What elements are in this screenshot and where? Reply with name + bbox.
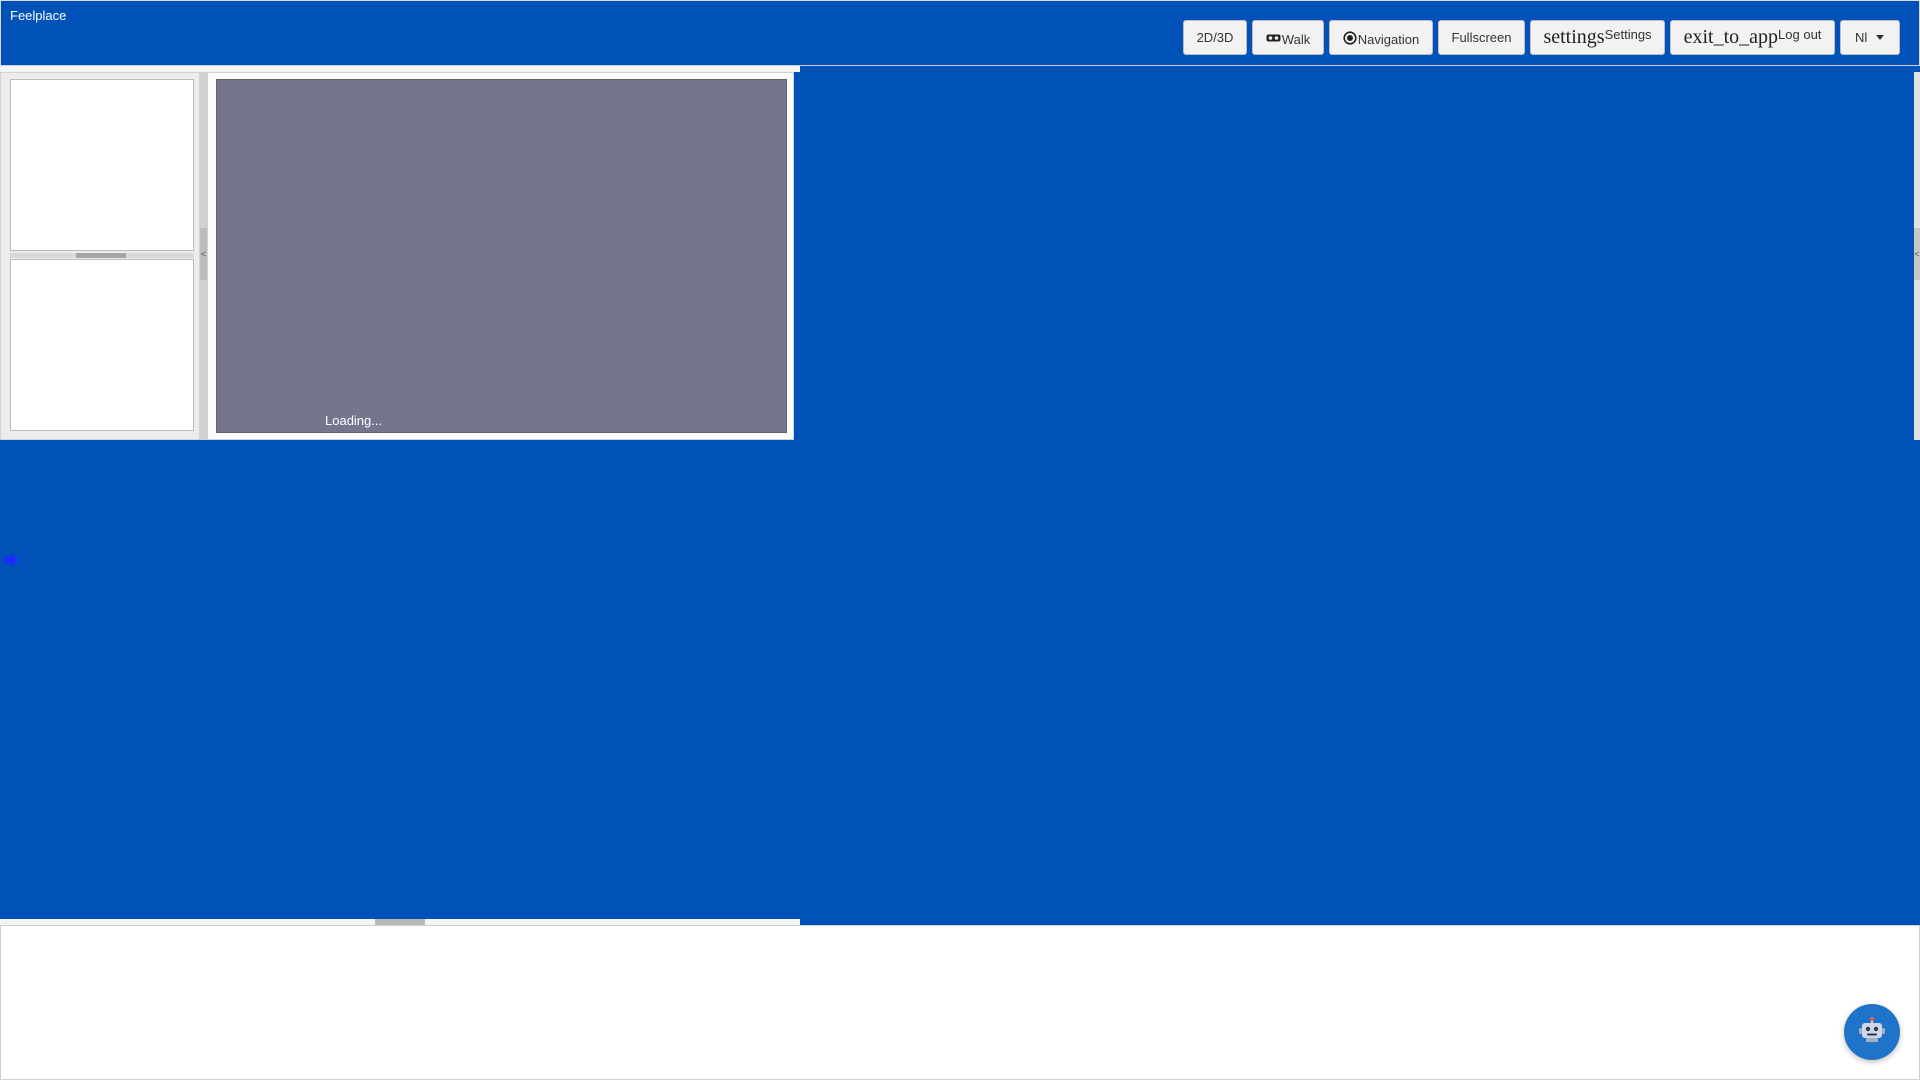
splitter-grip[interactable]	[76, 253, 126, 258]
logout-label: Log out	[1778, 27, 1822, 42]
fullscreen-label: Fullscreen	[1451, 30, 1512, 45]
robot-icon	[1858, 1016, 1886, 1049]
settings-button[interactable]: settings Settings	[1530, 20, 1665, 55]
navigation-button[interactable]: Navigation	[1329, 20, 1433, 55]
toolbar: 2D/3D Walk Navigation Fullscreen setting…	[1183, 20, 1900, 55]
top-mini-pane[interactable]	[10, 79, 194, 251]
viewer-container: Loading...	[207, 72, 794, 440]
app-title: Feelplace	[10, 8, 67, 23]
viewer-canvas[interactable]: Loading...	[216, 79, 787, 433]
language-dropdown[interactable]: Nl	[1840, 20, 1900, 55]
settings-label: Settings	[1604, 27, 1652, 42]
navigation-label: Navigation	[1357, 32, 1420, 47]
language-selected: Nl	[1855, 30, 1868, 45]
toggle-2d3d-button[interactable]: 2D/3D	[1183, 20, 1247, 55]
vr-goggles-icon	[1266, 33, 1281, 43]
fullscreen-button[interactable]: Fullscreen	[1438, 20, 1525, 55]
bottom-mini-pane[interactable]	[10, 259, 194, 431]
logout-button[interactable]: exit_to_app Log out	[1670, 20, 1835, 55]
toggle-2d3d-label: 2D/3D	[1196, 30, 1234, 45]
arrow-right-icon[interactable]	[4, 553, 20, 572]
walk-label: Walk	[1281, 32, 1311, 47]
horizontal-splitter[interactable]	[10, 253, 194, 258]
collapse-chevron-icon: <	[1914, 249, 1920, 259]
settings-icon: settings	[1543, 26, 1605, 48]
bottom-panel	[0, 925, 1920, 1080]
loading-text: Loading...	[325, 413, 383, 428]
chatbot-button[interactable]	[1844, 1004, 1900, 1060]
collapse-right-button[interactable]: <	[1914, 228, 1920, 280]
collapse-chevron-icon: <	[200, 249, 207, 259]
exit-icon: exit_to_app	[1683, 26, 1779, 48]
top-header: Feelplace 2D/3D Walk Navigation Fullscre…	[0, 0, 1920, 66]
walk-button[interactable]: Walk	[1252, 20, 1324, 55]
left-pane-container	[0, 72, 200, 440]
radio-button-icon	[1343, 30, 1357, 45]
collapse-left-button[interactable]: <	[200, 228, 207, 280]
caret-down-icon	[1876, 35, 1885, 40]
